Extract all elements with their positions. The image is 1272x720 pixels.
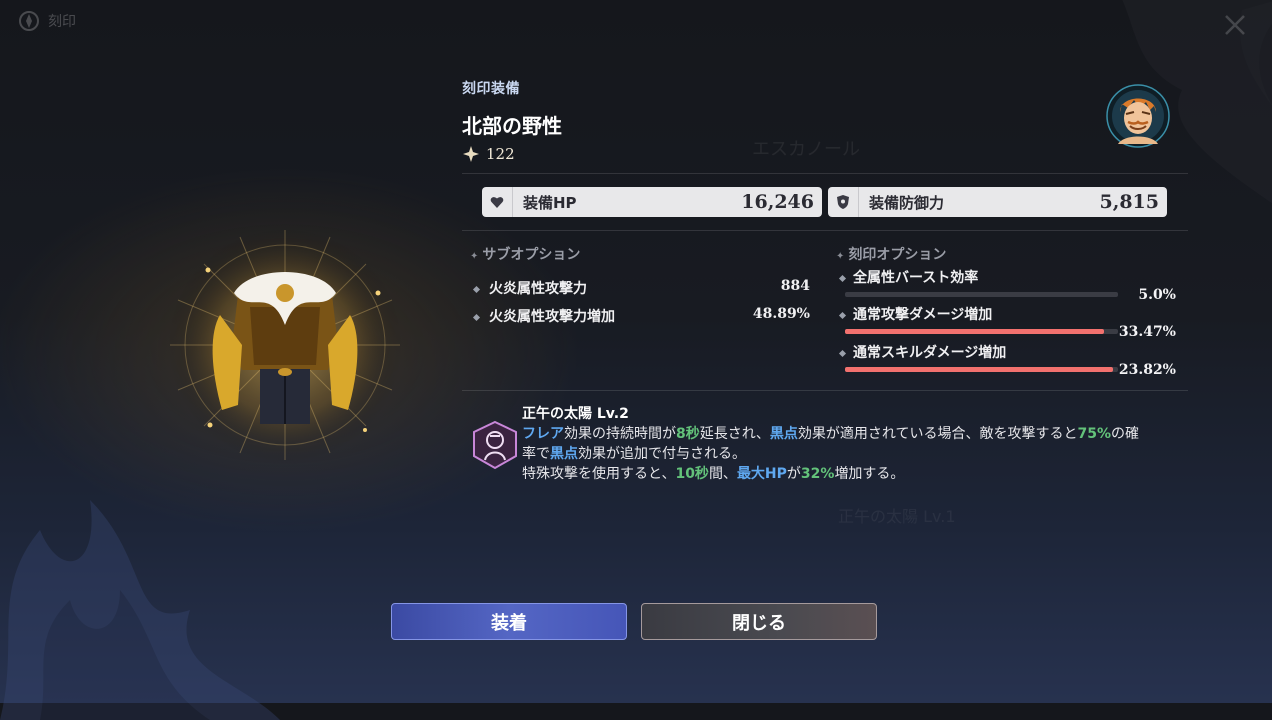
- engrave-option-row: 通常攻撃ダメージ増加 33.47%: [838, 304, 1176, 340]
- top-bar-title: 刻印: [48, 14, 76, 30]
- top-bar: 刻印: [18, 10, 76, 32]
- section-marker-icon: ✦: [470, 251, 479, 262]
- set-effect-line: 特殊攻撃を使用すると、10秒間、最大HPが32%増加する。: [522, 466, 905, 482]
- bullet-icon: [838, 274, 847, 282]
- set-effect-description: フレア効果の持続時間が8秒延長され、黒点効果が適用されている場合、敵を攻撃すると…: [522, 424, 1182, 484]
- engrave-option-label: 全属性バースト効率: [853, 270, 979, 286]
- engrave-option-bar: [845, 329, 1118, 334]
- close-icon[interactable]: [1222, 12, 1248, 38]
- divider-middle: [462, 230, 1188, 231]
- engrave-option-row: 全属性バースト効率 5.0%: [838, 267, 1176, 303]
- sub-options-title: ✦ サブオプション: [470, 247, 581, 263]
- set-effect-line: フレア効果の持続時間が8秒延長され、黒点効果が適用されている場合、敵を攻撃すると…: [522, 426, 1139, 442]
- sub-option-row: 火炎属性攻撃力 884: [472, 278, 810, 298]
- engrave-option-row: 通常スキルダメージ増加 23.82%: [838, 342, 1176, 378]
- bullet-icon: [472, 285, 481, 293]
- sub-option-row: 火炎属性攻撃力増加 48.89%: [472, 306, 810, 326]
- set-effect-icon: [473, 420, 517, 470]
- set-effect-line: 率で黒点効果が追加で付与される。: [522, 446, 746, 462]
- divider-top: [462, 173, 1188, 174]
- sub-option-label: 火炎属性攻撃力: [489, 281, 587, 297]
- close-button[interactable]: 閉じる: [641, 603, 877, 640]
- engrave-option-bar: [845, 292, 1118, 297]
- engrave-options-title: ✦ 刻印オプション: [836, 247, 947, 263]
- engrave-option-label: 通常攻撃ダメージ増加: [853, 307, 993, 323]
- main-stat-hp: 装備HP 16,246: [482, 187, 822, 217]
- sub-option-value: 48.89%: [752, 306, 810, 322]
- divider-bottom: [462, 390, 1188, 391]
- item-power: 122: [462, 145, 515, 163]
- sub-option-label: 火炎属性攻撃力増加: [489, 309, 615, 325]
- main-stat-label: 装備HP: [523, 193, 577, 212]
- equipment-image: [167, 227, 403, 463]
- engrave-menu-icon: [19, 11, 39, 31]
- engrave-option-label: 通常スキルダメージ増加: [853, 345, 1007, 361]
- equip-button[interactable]: 装着: [391, 603, 627, 640]
- item-category: 刻印装備: [462, 81, 520, 97]
- bullet-icon: [838, 349, 847, 357]
- main-stat-defense: 装備防御力 5,815: [828, 187, 1167, 217]
- heart-icon: [482, 187, 513, 217]
- character-portrait[interactable]: [1106, 84, 1170, 148]
- main-stat-value: 5,815: [1099, 191, 1160, 213]
- bullet-icon: [472, 313, 481, 321]
- sub-option-value: 884: [780, 278, 810, 294]
- background-flame-decoration: [0, 500, 280, 720]
- power-value: 122: [486, 145, 515, 163]
- main-stat-label: 装備防御力: [869, 193, 945, 212]
- engrave-option-value: 33.47%: [1118, 324, 1176, 340]
- bullet-icon: [838, 311, 847, 319]
- section-marker-icon: ✦: [836, 251, 845, 262]
- engrave-option-value: 23.82%: [1118, 362, 1176, 378]
- engrave-option-value: 5.0%: [1138, 287, 1176, 303]
- main-stat-value: 16,246: [741, 191, 814, 213]
- engrave-option-bar: [845, 367, 1118, 372]
- shield-icon: [828, 187, 859, 217]
- background-character-name: エスカノール: [752, 139, 860, 160]
- power-icon: [463, 146, 479, 162]
- set-effect-title: 正午の太陽 Lv.2: [522, 406, 629, 422]
- background-skill-name: 正午の太陽 Lv.1: [838, 507, 956, 526]
- detail-panel: 刻印装備 北部の野性 122 装備HP 16,246 装備防御力 5,815 ✦…: [462, 78, 1188, 482]
- item-name: 北部の野性: [462, 114, 562, 138]
